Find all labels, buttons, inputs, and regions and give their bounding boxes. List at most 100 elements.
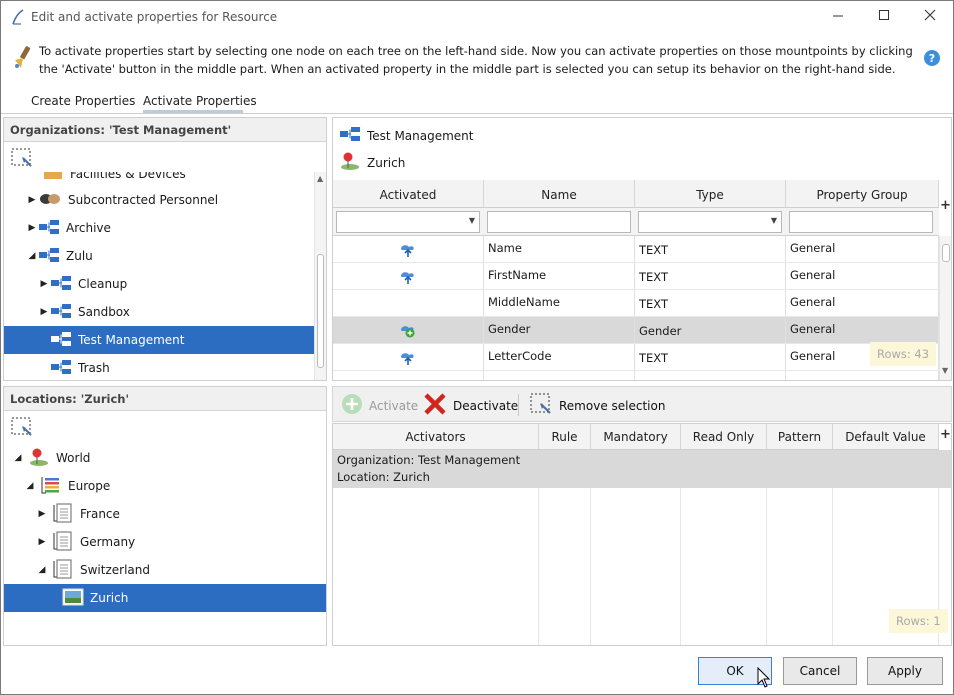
cell-activated [333, 371, 484, 380]
loc-selection-tool-icon[interactable] [10, 416, 34, 438]
tree-item-zurich[interactable]: Zurich [4, 584, 326, 612]
table-row[interactable]: MiddleName TEXT General [333, 290, 939, 317]
filter-activated-select[interactable]: ▼ [336, 211, 480, 233]
org-tree-scrollbar[interactable]: ▲ [314, 172, 326, 380]
expand-arrow-icon[interactable]: ▶ [26, 223, 38, 233]
tree-item-label: Test Management [78, 333, 185, 347]
org-tree: Facilities & Devices ▶ Subcontracted Per… [4, 172, 314, 380]
col-mandatory[interactable]: Mandatory [591, 424, 681, 449]
tree-item-label: Cleanup [78, 277, 128, 291]
expand-arrow-icon[interactable]: ▶ [36, 509, 48, 519]
tree-item-world[interactable]: ◢ World [4, 444, 326, 472]
col-read-only[interactable]: Read Only [681, 424, 767, 449]
col-rule[interactable]: Rule [539, 424, 591, 449]
table-row[interactable]: LetterCode TEXT General [333, 344, 939, 371]
col-type[interactable]: Type [635, 180, 786, 207]
tree-item-archive[interactable]: ▶ Archive [4, 214, 314, 242]
activators-pane: Activators Rule Mandatory Read Only Patt… [332, 423, 952, 646]
tree-item-germany[interactable]: ▶ Germany [4, 528, 326, 556]
title-bar: Edit and activate properties for Resourc… [1, 1, 953, 34]
cell-activated [333, 290, 484, 316]
document-icon [52, 559, 74, 582]
col-name[interactable]: Name [484, 180, 635, 207]
tree-item-label: Zulu [66, 249, 93, 263]
cell-name: MiddleName [484, 290, 635, 316]
tree-item-subcontracted-personnel[interactable]: ▶ Subcontracted Personnel [4, 186, 314, 214]
filter-type-select[interactable]: ▼ [638, 211, 782, 233]
tree-item-label: Facilities & Devices [70, 172, 186, 181]
org-mountpoint: Test Management [339, 126, 474, 145]
tree-item-label: Subcontracted Personnel [68, 193, 219, 207]
activator-line-org: Organization: Test Management [337, 453, 521, 467]
col-activators[interactable]: Activators [333, 424, 539, 449]
wizard-brush-icon [11, 44, 35, 73]
scroll-down-icon[interactable]: ▼ [942, 366, 948, 375]
tree-item-test-management[interactable]: Test Management [4, 326, 314, 354]
props-grid-scrollbar[interactable]: ▼ [939, 236, 951, 380]
deactivate-button[interactable]: Deactivate [423, 392, 518, 419]
tree-item-trash[interactable]: Trash [4, 354, 314, 380]
expand-arrow-icon[interactable]: ▶ [36, 537, 48, 547]
add-column-icon[interactable]: + [940, 198, 951, 213]
col-default-value[interactable]: Default Value [833, 424, 939, 449]
cell-group: General [786, 290, 939, 316]
minimize-icon[interactable] [825, 6, 851, 28]
cancel-button[interactable]: Cancel [783, 657, 857, 685]
locations-pane: Locations: 'Zurich' ◢ World ◢ Europe ▶ F… [3, 386, 327, 646]
activator-row-selected[interactable]: Organization: Test Management Location: … [333, 450, 951, 488]
cell-group: General [786, 317, 939, 343]
tree-item-label: Europe [68, 479, 111, 493]
cell-type: TEXT [635, 344, 786, 370]
table-row[interactable]: Name TEXT General [333, 236, 939, 263]
tree-item-zulu[interactable]: ◢ Zulu [4, 242, 314, 270]
collapse-arrow-icon[interactable]: ◢ [12, 453, 24, 463]
tab-create-properties[interactable]: Create Properties [31, 94, 135, 108]
collapse-arrow-icon[interactable]: ◢ [36, 565, 48, 575]
tree-item-cleanup[interactable]: ▶ Cleanup [4, 270, 314, 298]
document-icon [52, 503, 74, 526]
dropdown-arrow-icon[interactable]: ▼ [771, 216, 777, 225]
table-row[interactable]: FirstName TEXT General [333, 263, 939, 290]
col-property-group[interactable]: Property Group [786, 180, 939, 207]
collapse-arrow-icon[interactable]: ◢ [24, 481, 36, 491]
filter-name-input[interactable] [487, 211, 631, 233]
scroll-up-icon[interactable]: ▲ [317, 174, 323, 183]
deactivate-label: Deactivate [453, 398, 519, 413]
tree-item-switzerland[interactable]: ◢ Switzerland [4, 556, 326, 584]
loc-mountpoint: Zurich [339, 151, 405, 174]
tree-item-label: France [80, 507, 120, 521]
close-icon[interactable] [917, 6, 943, 28]
add-column-icon[interactable]: + [940, 427, 951, 442]
collapse-arrow-icon[interactable]: ◢ [26, 251, 38, 261]
tree-item-label: Sandbox [78, 305, 130, 319]
tree-item-sandbox[interactable]: ▶ Sandbox [4, 298, 314, 326]
tree-item-label: Switzerland [80, 563, 150, 577]
activation-toolbar: Activate Deactivate Remove selection [332, 386, 952, 422]
scroll-thumb[interactable] [942, 244, 950, 262]
col-activated[interactable]: Activated [333, 180, 484, 207]
region-icon [40, 475, 62, 498]
apply-button[interactable]: Apply [867, 657, 943, 685]
remove-selection-button[interactable]: Remove selection [529, 392, 665, 419]
tree-item-label: Germany [80, 535, 136, 549]
tree-item-france[interactable]: ▶ France [4, 500, 326, 528]
properties-pane: Test Management Zurich Activated Name Ty… [332, 117, 952, 381]
tree-item-label: World [56, 451, 91, 465]
cell-activated [333, 344, 484, 370]
table-row-selected[interactable]: Gender Gender General [333, 317, 939, 344]
expand-arrow-icon[interactable]: ▶ [26, 195, 38, 205]
expand-arrow-icon[interactable]: ▶ [38, 307, 50, 317]
tree-item-europe[interactable]: ◢ Europe [4, 472, 326, 500]
expand-arrow-icon[interactable]: ▶ [38, 279, 50, 289]
help-icon[interactable]: ? [923, 49, 941, 70]
filter-group-input[interactable] [789, 211, 933, 233]
org-selection-tool-icon[interactable] [10, 147, 34, 169]
activate-button[interactable]: Activate [341, 393, 418, 418]
maximize-icon[interactable] [871, 6, 897, 28]
scroll-thumb[interactable] [317, 254, 324, 368]
dropdown-arrow-icon[interactable]: ▼ [469, 216, 475, 225]
tree-item-label: Zurich [90, 591, 129, 605]
col-pattern[interactable]: Pattern [767, 424, 833, 449]
activators-grid-body: Organization: Test Management Location: … [333, 450, 951, 645]
tab-activate-properties[interactable]: Activate Properties [143, 94, 257, 108]
